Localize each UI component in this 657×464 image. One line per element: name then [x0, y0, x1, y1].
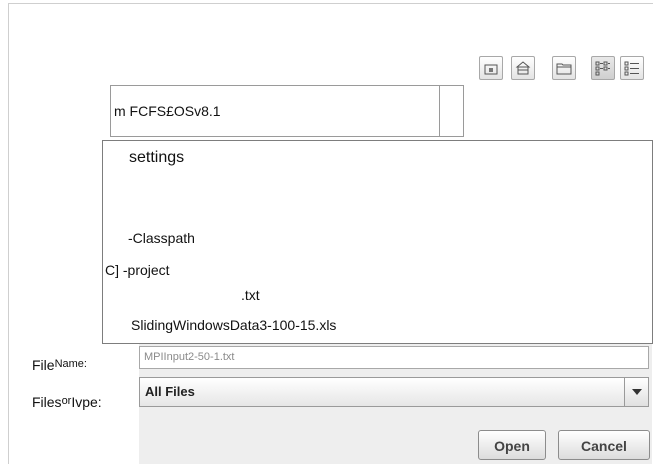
new-folder-icon	[556, 63, 572, 75]
details-view-icon	[624, 61, 639, 76]
cancel-button[interactable]: Cancel	[558, 430, 650, 460]
up-folder-button[interactable]	[479, 56, 503, 80]
file-name-field[interactable]: MPIInput2-50-1.txt	[139, 346, 649, 369]
open-button[interactable]: Open	[478, 430, 546, 460]
file-type-label: FilesorIvpe:	[32, 394, 102, 410]
list-view-icon	[595, 61, 610, 76]
file-list[interactable]: settings -Classpath C] -project .txt Sli…	[102, 140, 653, 344]
list-item[interactable]: SlidingWindowsData3-100-15.xls	[131, 317, 336, 333]
file-type-combo[interactable]: All Files	[139, 377, 649, 407]
list-view-button[interactable]	[591, 56, 615, 80]
file-type-value: All Files	[145, 384, 195, 399]
chevron-down-icon	[632, 389, 642, 395]
details-view-button[interactable]	[620, 56, 644, 80]
new-folder-button[interactable]	[552, 56, 576, 80]
list-item[interactable]: .txt	[241, 287, 260, 303]
look-in-divider	[439, 86, 440, 136]
list-item[interactable]: settings	[129, 149, 184, 167]
up-folder-icon	[484, 64, 498, 75]
list-item[interactable]: C] -project	[105, 262, 170, 278]
file-type-dropdown-button[interactable]	[624, 378, 648, 406]
home-button[interactable]	[511, 56, 535, 80]
list-item[interactable]: -Classpath	[128, 230, 195, 246]
home-icon	[515, 61, 531, 75]
look-in-value: m FCFS£OSv8.1	[114, 103, 221, 119]
file-name-label: FileName:	[32, 357, 87, 373]
look-in-combo[interactable]: m FCFS£OSv8.1	[110, 85, 464, 137]
